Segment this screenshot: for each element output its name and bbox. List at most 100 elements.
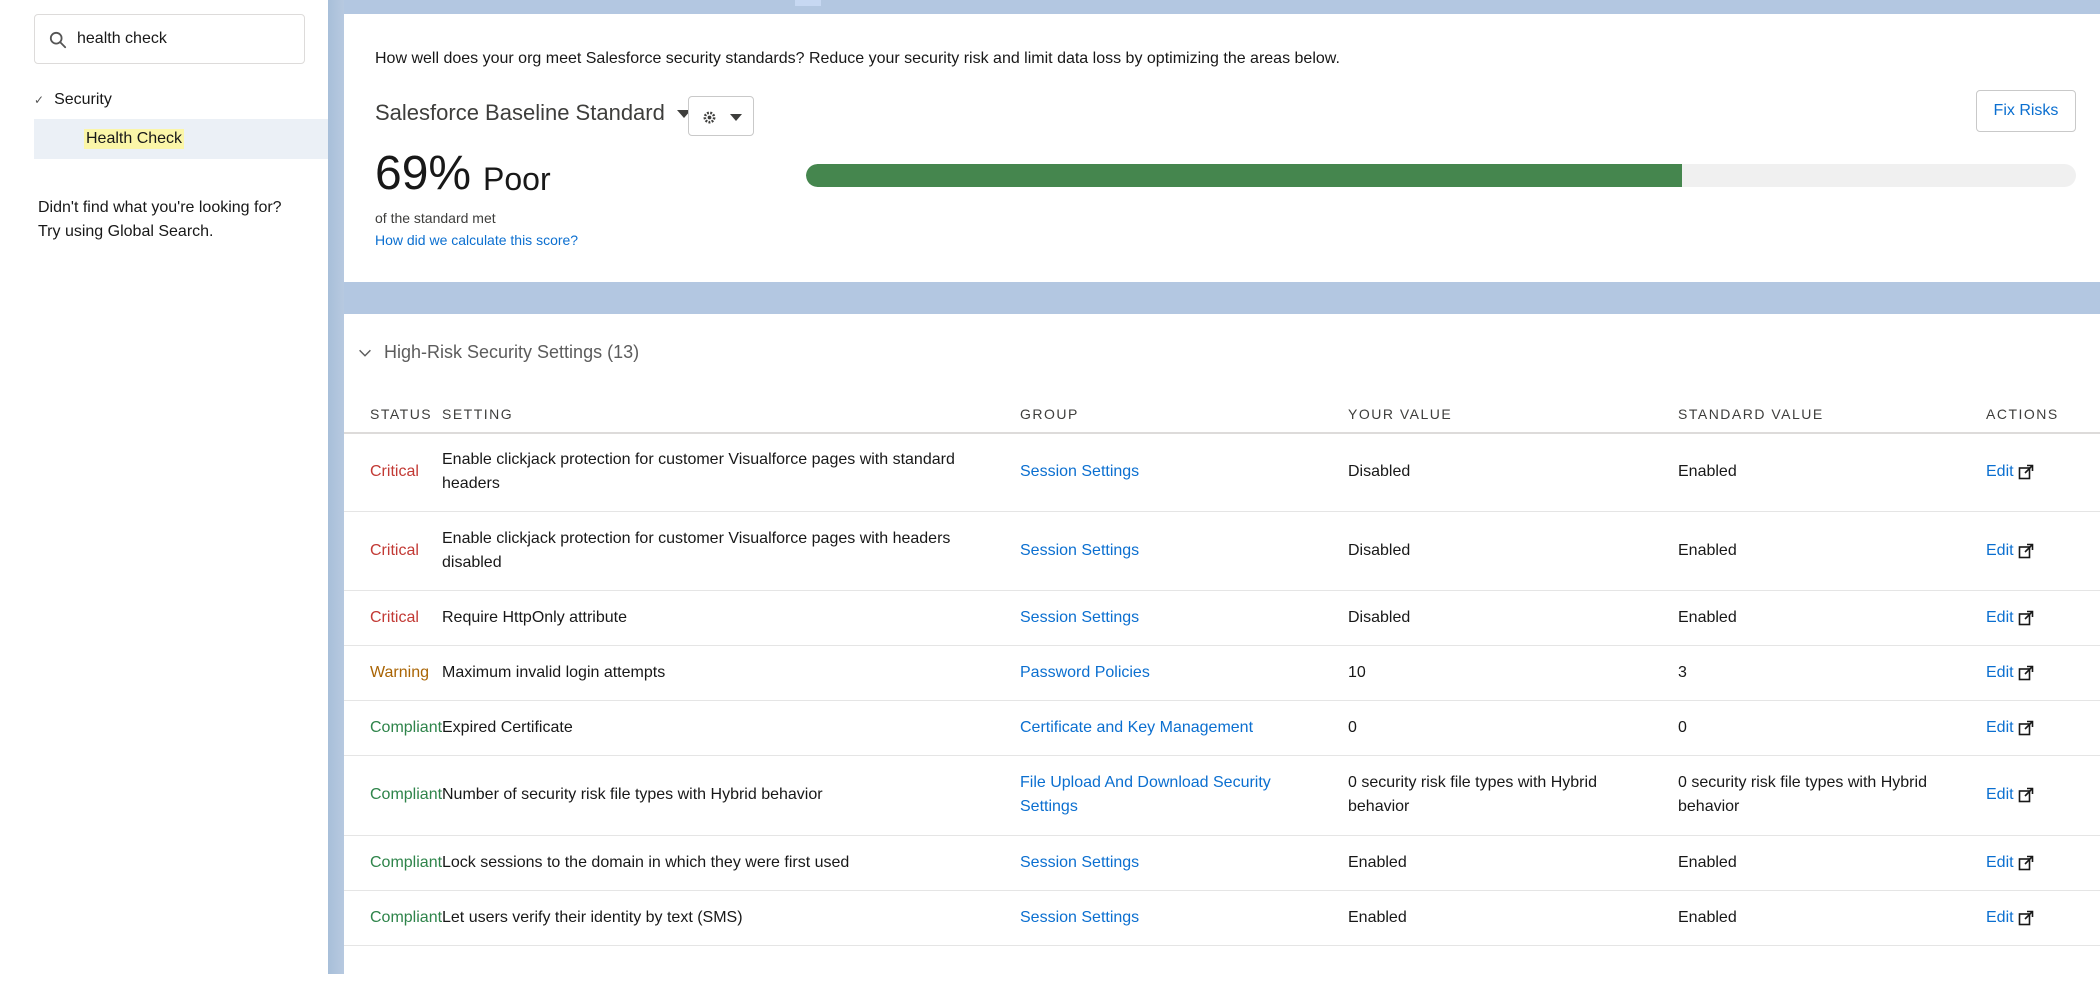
setting-name: Enable clickjack protection for customer… bbox=[442, 511, 1020, 591]
score-progress-bar bbox=[806, 164, 2076, 187]
status-label: Critical bbox=[370, 463, 419, 481]
table-row: Compliant Let users verify their identity… bbox=[344, 890, 2100, 946]
external-link-icon bbox=[2018, 543, 2033, 558]
edit-label: Edit bbox=[1986, 608, 2014, 626]
high-risk-settings-card: High-Risk Security Settings (13) STATUS … bbox=[344, 314, 2100, 974]
external-link-icon bbox=[2018, 855, 2033, 870]
group-link[interactable]: Session Settings bbox=[1020, 609, 1139, 626]
standard-value: Enabled bbox=[1678, 835, 1986, 891]
group-link[interactable]: Session Settings bbox=[1020, 909, 1139, 926]
group-link[interactable]: Session Settings bbox=[1020, 854, 1139, 871]
score-subtitle: of the standard met bbox=[375, 210, 496, 226]
your-value: Disabled bbox=[1348, 433, 1678, 512]
score-rating: Poor bbox=[483, 161, 551, 197]
your-value: 0 bbox=[1348, 700, 1678, 756]
section-toggle[interactable]: High-Risk Security Settings (13) bbox=[356, 342, 639, 363]
group-link[interactable]: Certificate and Key Management bbox=[1020, 719, 1253, 736]
gear-icon bbox=[703, 111, 716, 124]
status-label: Compliant bbox=[370, 718, 443, 736]
not-found-message: Didn't find what you're looking for? Try… bbox=[38, 196, 308, 244]
status-label: Critical bbox=[370, 541, 419, 559]
quick-find-box[interactable] bbox=[34, 14, 305, 64]
standard-value: 0 bbox=[1678, 700, 1986, 756]
edit-link[interactable]: Edit bbox=[1986, 460, 2034, 484]
setup-sidebar: ✓ Security Health Check Didn't find what… bbox=[0, 0, 328, 993]
your-value: Enabled bbox=[1348, 835, 1678, 891]
tree-item-health-check[interactable]: Health Check bbox=[34, 119, 328, 159]
setting-name: Number of security risk file types with … bbox=[442, 755, 1020, 836]
column-header-actions: ACTIONS bbox=[1986, 396, 2100, 434]
edit-label: Edit bbox=[1986, 908, 2014, 926]
edit-link[interactable]: Edit bbox=[1986, 716, 2034, 740]
your-value: 10 bbox=[1348, 645, 1678, 701]
setting-name: Maximum invalid login attempts bbox=[442, 645, 1020, 701]
intro-text: How well does your org meet Salesforce s… bbox=[375, 50, 1340, 67]
status-label: Warning bbox=[370, 663, 429, 681]
tree-item-security-label: Security bbox=[54, 91, 112, 108]
setting-name: Let users verify their identity by text … bbox=[442, 890, 1020, 946]
section-title: High-Risk Security Settings (13) bbox=[384, 342, 640, 362]
standard-value: 3 bbox=[1678, 645, 1986, 701]
edit-link[interactable]: Edit bbox=[1986, 906, 2034, 930]
status-label: Compliant bbox=[370, 853, 443, 871]
group-link[interactable]: File Upload And Download Security Settin… bbox=[1020, 774, 1271, 815]
status-label: Compliant bbox=[370, 786, 443, 803]
column-header-setting[interactable]: SETTING bbox=[442, 396, 1020, 434]
edit-label: Edit bbox=[1986, 663, 2014, 681]
settings-table: STATUS SETTING GROUP YOUR VALUE STANDARD… bbox=[344, 396, 2100, 946]
chevron-down-icon: ✓ bbox=[34, 93, 45, 107]
column-header-status[interactable]: STATUS bbox=[344, 396, 442, 434]
section-separator bbox=[344, 282, 2100, 314]
external-link-icon bbox=[2018, 720, 2033, 735]
group-link[interactable]: Session Settings bbox=[1020, 542, 1139, 559]
group-link[interactable]: Password Policies bbox=[1020, 664, 1150, 681]
table-row: Compliant Number of security risk file ty… bbox=[344, 755, 2100, 836]
your-value: 0 security risk file types with Hybrid b… bbox=[1348, 755, 1678, 836]
table-row: Critical Require HttpOnly attribute Sessio… bbox=[344, 590, 2100, 646]
chevron-down-icon bbox=[359, 349, 371, 357]
table-header-row: STATUS SETTING GROUP YOUR VALUE STANDARD… bbox=[344, 396, 2100, 434]
column-header-group[interactable]: GROUP bbox=[1020, 396, 1348, 434]
edit-link[interactable]: Edit bbox=[1986, 539, 2034, 563]
edit-label: Edit bbox=[1986, 853, 2014, 871]
not-found-line2: Try using Global Search. bbox=[38, 223, 214, 240]
standard-value: Enabled bbox=[1678, 590, 1986, 646]
status-label: Compliant bbox=[370, 908, 443, 926]
edit-link[interactable]: Edit bbox=[1986, 661, 2034, 685]
table-row: Critical Enable clickjack protection for … bbox=[344, 433, 2100, 512]
external-link-icon bbox=[2018, 910, 2033, 925]
edit-label: Edit bbox=[1986, 541, 2014, 559]
quick-find-input[interactable] bbox=[77, 23, 292, 55]
setting-name: Lock sessions to the domain in which the… bbox=[442, 835, 1020, 891]
score-percent: 69% bbox=[375, 147, 472, 200]
calculate-score-link[interactable]: How did we calculate this score? bbox=[375, 232, 578, 248]
standard-value: Enabled bbox=[1678, 433, 1986, 512]
chevron-down-icon bbox=[730, 114, 742, 121]
edit-label: Edit bbox=[1986, 786, 2014, 803]
standard-value: 0 security risk file types with Hybrid b… bbox=[1678, 755, 1986, 836]
external-link-icon bbox=[2018, 610, 2033, 625]
group-link[interactable]: Session Settings bbox=[1020, 463, 1139, 480]
top-marker bbox=[795, 0, 821, 6]
external-link-icon bbox=[2018, 464, 2033, 480]
standard-value: Enabled bbox=[1678, 511, 1986, 591]
settings-menu-button[interactable] bbox=[688, 96, 754, 136]
table-row: Compliant Lock sessions to the domain in … bbox=[344, 835, 2100, 891]
fix-risks-button[interactable]: Fix Risks bbox=[1976, 90, 2076, 132]
status-label: Critical bbox=[370, 608, 419, 626]
edit-link[interactable]: Edit bbox=[1986, 783, 2034, 807]
table-row: Compliant Expired Certificate Certificate … bbox=[344, 700, 2100, 756]
external-link-icon bbox=[2018, 787, 2033, 803]
health-score-card: How well does your org meet Salesforce s… bbox=[344, 14, 2100, 282]
edit-link[interactable]: Edit bbox=[1986, 606, 2034, 630]
table-row: Critical Enable clickjack protection for … bbox=[344, 511, 2100, 591]
edit-link[interactable]: Edit bbox=[1986, 851, 2034, 875]
standard-dropdown-label: Salesforce Baseline Standard bbox=[375, 100, 665, 125]
edit-label: Edit bbox=[1986, 463, 2014, 481]
setting-name: Enable clickjack protection for customer… bbox=[442, 433, 1020, 512]
column-header-your-value[interactable]: YOUR VALUE bbox=[1348, 396, 1678, 434]
standard-dropdown[interactable]: Salesforce Baseline Standard bbox=[375, 100, 691, 126]
tree-item-security[interactable]: ✓ Security bbox=[34, 88, 112, 112]
external-link-icon bbox=[2018, 665, 2033, 680]
column-header-standard-value[interactable]: STANDARD VALUE bbox=[1678, 396, 1986, 434]
